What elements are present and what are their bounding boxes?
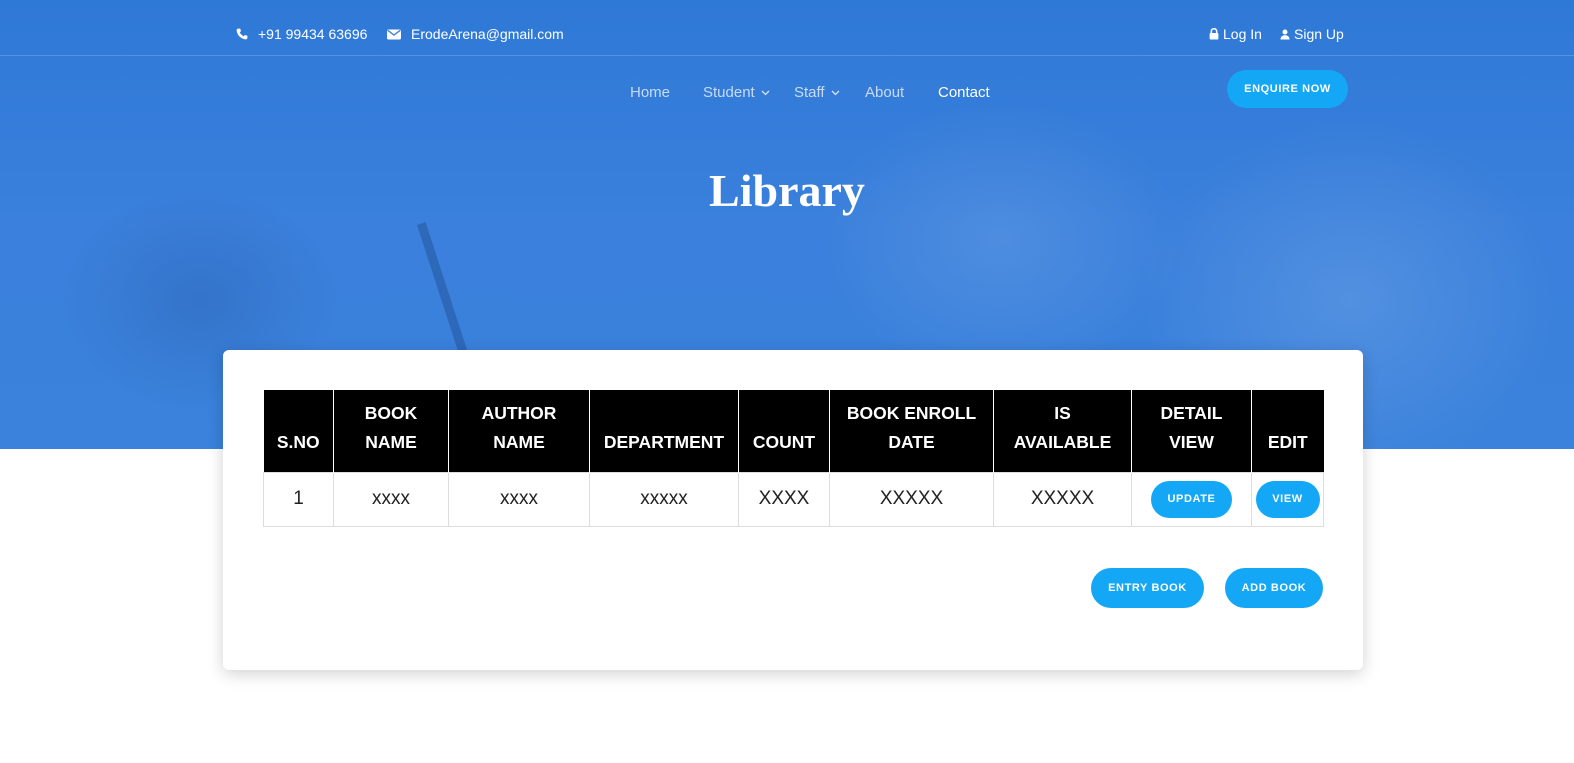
cell-enroll-date: XXXXX bbox=[829, 471, 994, 527]
login-link[interactable]: Log In bbox=[1209, 26, 1262, 42]
cell-author-name: xxxx bbox=[448, 471, 590, 527]
envelope-icon bbox=[387, 29, 401, 39]
phone-icon bbox=[236, 28, 248, 40]
nav-home[interactable]: Home bbox=[630, 84, 670, 101]
nav-student[interactable]: Student bbox=[703, 84, 770, 101]
table-header-row: S.NO BOOK NAME AUTHOR NAME DEPARTMENT CO… bbox=[263, 390, 1324, 472]
cell-is-available: XXXXX bbox=[993, 471, 1132, 527]
top-bar: +91 99434 63696 ErodeArena@gmail.com Log… bbox=[0, 0, 1574, 56]
nav-student-label: Student bbox=[703, 84, 755, 101]
background-pencil bbox=[417, 222, 472, 368]
header-edit: EDIT bbox=[1251, 390, 1324, 472]
login-label: Log In bbox=[1223, 26, 1262, 42]
phone-contact[interactable]: +91 99434 63696 bbox=[236, 26, 367, 42]
chevron-down-icon bbox=[761, 90, 770, 95]
header-sno: S.NO bbox=[263, 390, 334, 472]
cell-book-name: xxxx bbox=[333, 471, 449, 527]
header-is-available: IS AVAILABLE bbox=[993, 390, 1132, 472]
nav-contact[interactable]: Contact bbox=[938, 84, 990, 101]
nav-staff[interactable]: Staff bbox=[794, 84, 840, 101]
library-table: S.NO BOOK NAME AUTHOR NAME DEPARTMENT CO… bbox=[263, 390, 1324, 527]
header-author-name: AUTHOR NAME bbox=[448, 390, 590, 472]
lock-icon bbox=[1209, 28, 1219, 40]
nav-about[interactable]: About bbox=[865, 84, 904, 101]
update-button[interactable]: UPDATE bbox=[1151, 480, 1232, 518]
cell-detail-view: UPDATE bbox=[1131, 471, 1252, 527]
header-book-name: BOOK NAME bbox=[333, 390, 449, 472]
cell-count: XXXX bbox=[738, 471, 830, 527]
page-title: Library bbox=[709, 165, 865, 216]
header-count: COUNT bbox=[738, 390, 830, 472]
phone-number: +91 99434 63696 bbox=[258, 26, 368, 42]
cell-department: xxxxx bbox=[589, 471, 739, 527]
library-card: S.NO BOOK NAME AUTHOR NAME DEPARTMENT CO… bbox=[223, 350, 1363, 670]
table-row: 1 xxxx xxxx xxxxx XXXX XXXXX XXXXX UPDAT… bbox=[263, 471, 1324, 527]
nav-contact-label: Contact bbox=[938, 84, 990, 101]
signup-label: Sign Up bbox=[1294, 26, 1344, 42]
cell-edit: VIEW bbox=[1251, 471, 1324, 527]
chevron-down-icon bbox=[831, 90, 840, 95]
header-department: DEPARTMENT bbox=[589, 390, 739, 472]
email-address: ErodeArena@gmail.com bbox=[411, 26, 564, 42]
nav-staff-label: Staff bbox=[794, 84, 825, 101]
header-enroll-date: BOOK ENROLL DATE bbox=[829, 390, 994, 472]
add-book-button[interactable]: ADD BOOK bbox=[1225, 568, 1323, 608]
nav-about-label: About bbox=[865, 84, 905, 101]
view-button[interactable]: VIEW bbox=[1255, 480, 1320, 518]
header-detail-view: DETAIL VIEW bbox=[1131, 390, 1252, 472]
entry-book-button[interactable]: ENTRY BOOK bbox=[1091, 568, 1204, 608]
signup-link[interactable]: Sign Up bbox=[1280, 26, 1344, 42]
nav-home-label: Home bbox=[630, 84, 671, 101]
email-contact[interactable]: ErodeArena@gmail.com bbox=[387, 26, 564, 42]
enquire-now-button[interactable]: ENQUIRE NOW bbox=[1227, 70, 1348, 108]
user-icon bbox=[1280, 29, 1290, 39]
cell-sno: 1 bbox=[263, 471, 334, 527]
